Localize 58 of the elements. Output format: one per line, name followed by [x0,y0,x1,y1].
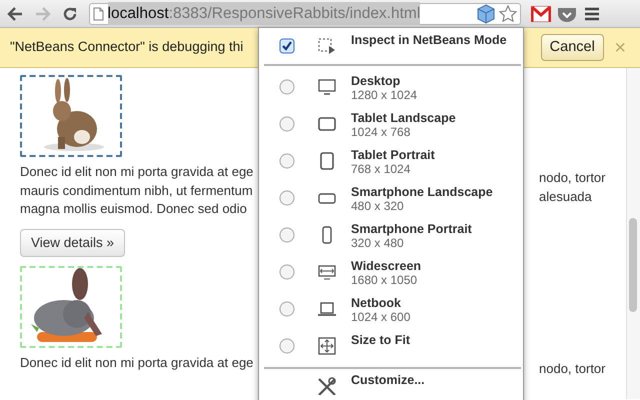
mail-icon[interactable] [530,6,551,22]
option-size: 1680 x 1050 [351,273,418,287]
device-option[interactable]: Size to Fit [259,330,523,367]
device-icon [317,115,337,133]
paragraph-line: alesuada [539,188,592,206]
option-size: 768 x 1024 [351,162,412,176]
paragraph-line: Donec id elit non mi porta gravida at ege [20,354,254,372]
tools-icon [317,377,337,395]
device-icon [317,78,337,96]
option-size: 320 x 480 [351,236,405,250]
select-icon [317,37,337,55]
paragraph-line: Donec id elit non mi porta gravida at ege [20,163,254,181]
paragraph-line: nodo, tortor [539,360,606,378]
reload-icon [62,6,78,22]
infobar-message: "NetBeans Connector" is debugging thi [10,38,244,56]
option-label: Tablet Portrait [351,148,435,162]
customize-item[interactable]: Customize... [259,373,523,400]
cube-icon[interactable] [476,4,496,24]
url-text: localhost:8383/ResponsiveRabbits/index.html [108,2,420,26]
pocket-icon[interactable] [557,6,578,22]
back-icon [7,6,24,20]
device-option[interactable]: Netbook 1024 x 600 [259,293,523,330]
mode-toggle[interactable]: Inspect in NetBeans Mode [259,28,523,62]
option-label: Smartphone Portrait [351,222,472,236]
device-option[interactable]: Smartphone Portrait 320 x 480 [259,219,523,256]
option-label: Netbook [351,296,402,310]
option-label: Customize... [351,373,425,387]
option-label: Tablet Landscape [351,111,456,125]
paragraph-line: magna mollis euismod. Donec sed odio [20,200,247,218]
device-icon [317,337,337,355]
cancel-button[interactable]: Cancel [540,34,604,62]
device-option[interactable]: Smartphone Landscape 480 x 320 [259,182,523,219]
page-icon [93,6,104,20]
forward-icon [34,6,50,20]
option-label: Desktop [351,74,402,88]
menu-icon[interactable] [584,6,600,20]
device-option[interactable]: Tablet Landscape 1024 x 768 [259,108,523,145]
option-size: 1024 x 768 [351,125,412,139]
device-icon [317,300,337,318]
option-label: Inspect in NetBeans Mode [351,33,507,47]
device-option[interactable]: Tablet Portrait 768 x 1024 [259,145,523,182]
address-bar[interactable]: localhost:8383/ResponsiveRabbits/index.html [89,2,521,24]
option-label: Smartphone Landscape [351,185,493,199]
option-label: Widescreen [351,259,422,273]
device-option[interactable]: Desktop 1280 x 1024 [259,71,523,108]
star-icon[interactable] [498,4,517,22]
scrollbar[interactable] [626,68,640,399]
paragraph-line: mauris condimentum nibh, ut fermentum [20,182,253,200]
device-icon [317,152,337,170]
option-size: 480 x 320 [351,199,405,213]
scrollbar-thumb[interactable] [629,218,639,312]
option-size: 1024 x 600 [351,310,410,324]
device-option[interactable]: Widescreen 1680 x 1050 [259,256,523,293]
view-details-button[interactable]: View details » [20,228,126,257]
paragraph-line: nodo, tortor [539,169,606,187]
option-size: 1280 x 1024 [351,88,418,102]
device-icon [317,263,337,281]
option-label: Size to Fit [351,333,410,347]
